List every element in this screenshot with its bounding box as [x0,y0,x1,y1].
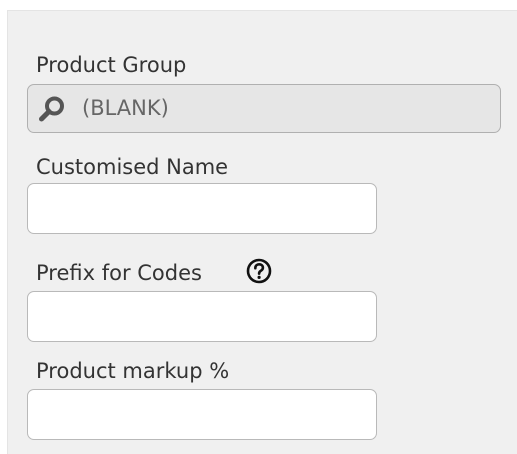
product-details-panel: Product Group (BLANK) Customised Name Pr… [7,10,517,454]
product-markup-label: Product markup % [36,359,230,383]
product-group-label: Product Group [36,53,187,77]
prefix-for-codes-label: Prefix for Codes [36,261,202,285]
customised-name-input[interactable] [27,183,377,234]
product-markup-input[interactable] [27,389,377,440]
prefix-for-codes-input[interactable] [27,291,377,342]
product-group-value: (BLANK) [82,96,169,120]
product-group-search-field[interactable]: (BLANK) [27,84,501,133]
question-circle-icon[interactable] [246,258,272,284]
customised-name-label: Customised Name [36,155,229,179]
search-icon [39,96,64,122]
